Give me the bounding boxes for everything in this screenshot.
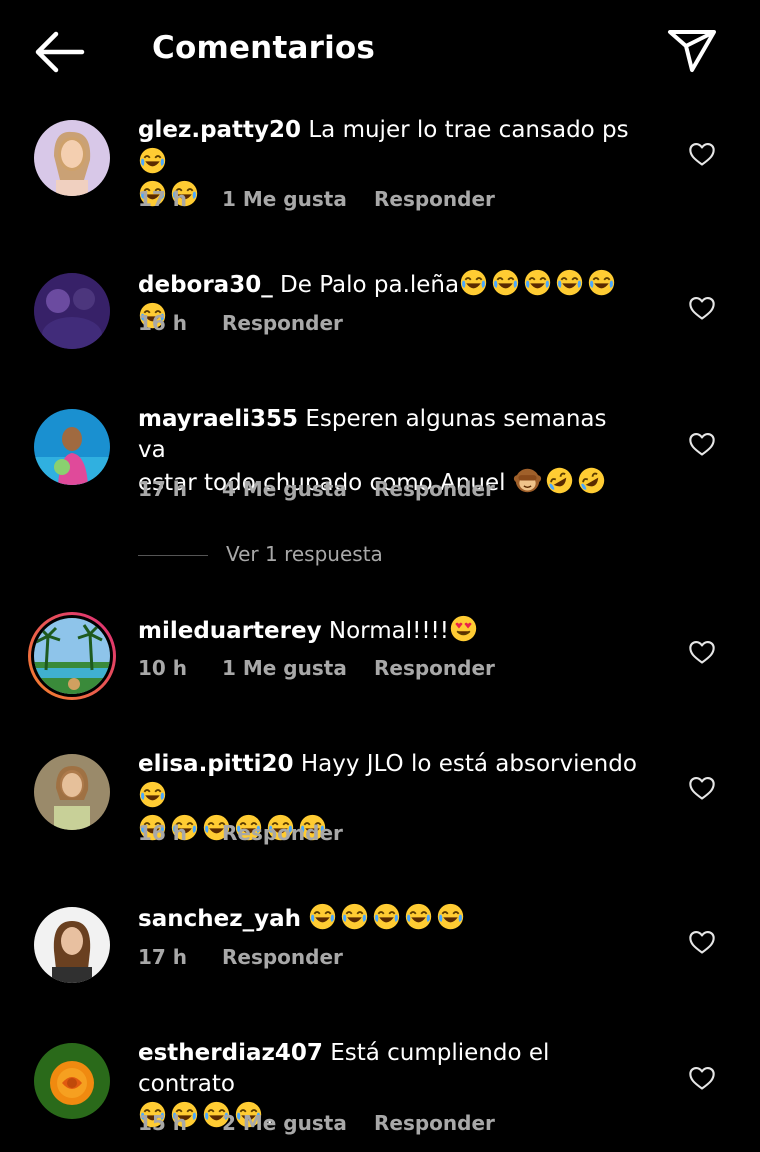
reply-button[interactable]: Responder [222,945,343,969]
reply-button[interactable]: Responder [222,821,343,845]
avatar[interactable] [34,120,110,196]
joy-emoji [459,268,488,297]
avatar[interactable] [34,754,110,830]
reply-button[interactable]: Responder [374,477,495,501]
page-title: Comentarios [152,30,376,66]
username[interactable]: estherdiaz407 [138,1040,323,1066]
heart-eyes-emoji [449,614,478,643]
joy-emoji [138,146,167,175]
like-count[interactable]: 4 Me gusta [222,477,374,501]
comment-meta: 17 h 4 Me gusta Responder [138,477,495,501]
heart-icon[interactable] [688,431,716,457]
like-count[interactable]: 1 Me gusta [222,187,374,211]
rofl-emoji [545,466,574,495]
avatar[interactable] [34,907,110,983]
comment-meta: 17 h Responder [138,945,343,969]
rofl-emoji [577,466,606,495]
heart-icon[interactable] [688,141,716,167]
reply-button[interactable]: Responder [374,656,495,680]
heart-icon[interactable] [688,775,716,801]
view-replies-label[interactable]: Ver 1 respuesta [226,542,383,566]
reply-button[interactable]: Responder [374,1111,495,1135]
heart-icon[interactable] [688,295,716,321]
see-no-evil-monkey-emoji [513,466,542,495]
joy-emoji [436,902,465,931]
timestamp: 17 h [138,945,188,969]
joy-emoji [340,902,369,931]
heart-icon[interactable] [688,1065,716,1091]
heart-icon[interactable] [688,929,716,955]
comment-meta: 16 h Responder [138,821,343,845]
username[interactable]: elisa.pitti20 [138,751,294,777]
joy-emoji [491,268,520,297]
heart-icon[interactable] [688,639,716,665]
username[interactable]: debora30_ [138,272,273,298]
comment-body: Hayy JLO lo está absorviendo [300,751,637,777]
avatar[interactable] [34,1043,110,1119]
timestamp: 10 h [138,656,188,680]
like-count[interactable]: 1 Me gusta [222,656,374,680]
reply-button[interactable]: Responder [374,187,495,211]
username[interactable]: sanchez_yah [138,906,301,932]
joy-emoji [523,268,552,297]
username[interactable]: mileduarterey [138,618,322,644]
top-bar: Comentarios [0,0,760,104]
comment-body: De Palo pa.leña [280,272,460,298]
back-arrow-icon[interactable] [32,28,86,76]
joy-emoji [138,780,167,809]
comment-text: mileduarterey Normal!!!! [138,614,638,647]
joy-emoji [372,902,401,931]
like-count[interactable]: 2 Me gusta [222,1111,374,1135]
comment-meta: 16 h Responder [138,311,343,335]
view-replies[interactable]: Ver 1 respuesta [138,542,383,566]
comment-meta: 10 h 1 Me gusta Responder [138,656,495,680]
paper-plane-icon[interactable] [666,26,718,74]
timestamp: 16 h [138,821,188,845]
joy-emoji [308,902,337,931]
joy-emoji [555,268,584,297]
joy-emoji [587,268,616,297]
comment-meta: 15 h 2 Me gusta Responder [138,1111,495,1135]
avatar-with-story-ring[interactable] [26,610,118,702]
joy-emoji [404,902,433,931]
username[interactable]: glez.patty20 [138,117,301,143]
timestamp: 17 h [138,187,188,211]
divider [138,555,208,556]
comment-text: sanchez_yah [138,902,638,935]
timestamp: 15 h [138,1111,188,1135]
comment-body: La mujer lo trae cansado ps [308,117,629,143]
comment-meta: 17 h 1 Me gusta Responder [138,187,495,211]
timestamp: 16 h [138,311,188,335]
comment-body: Normal!!!! [328,618,449,644]
timestamp: 17 h [138,477,188,501]
username[interactable]: mayraeli355 [138,406,298,432]
avatar[interactable] [34,409,110,485]
reply-button[interactable]: Responder [222,311,343,335]
avatar[interactable] [34,273,110,349]
